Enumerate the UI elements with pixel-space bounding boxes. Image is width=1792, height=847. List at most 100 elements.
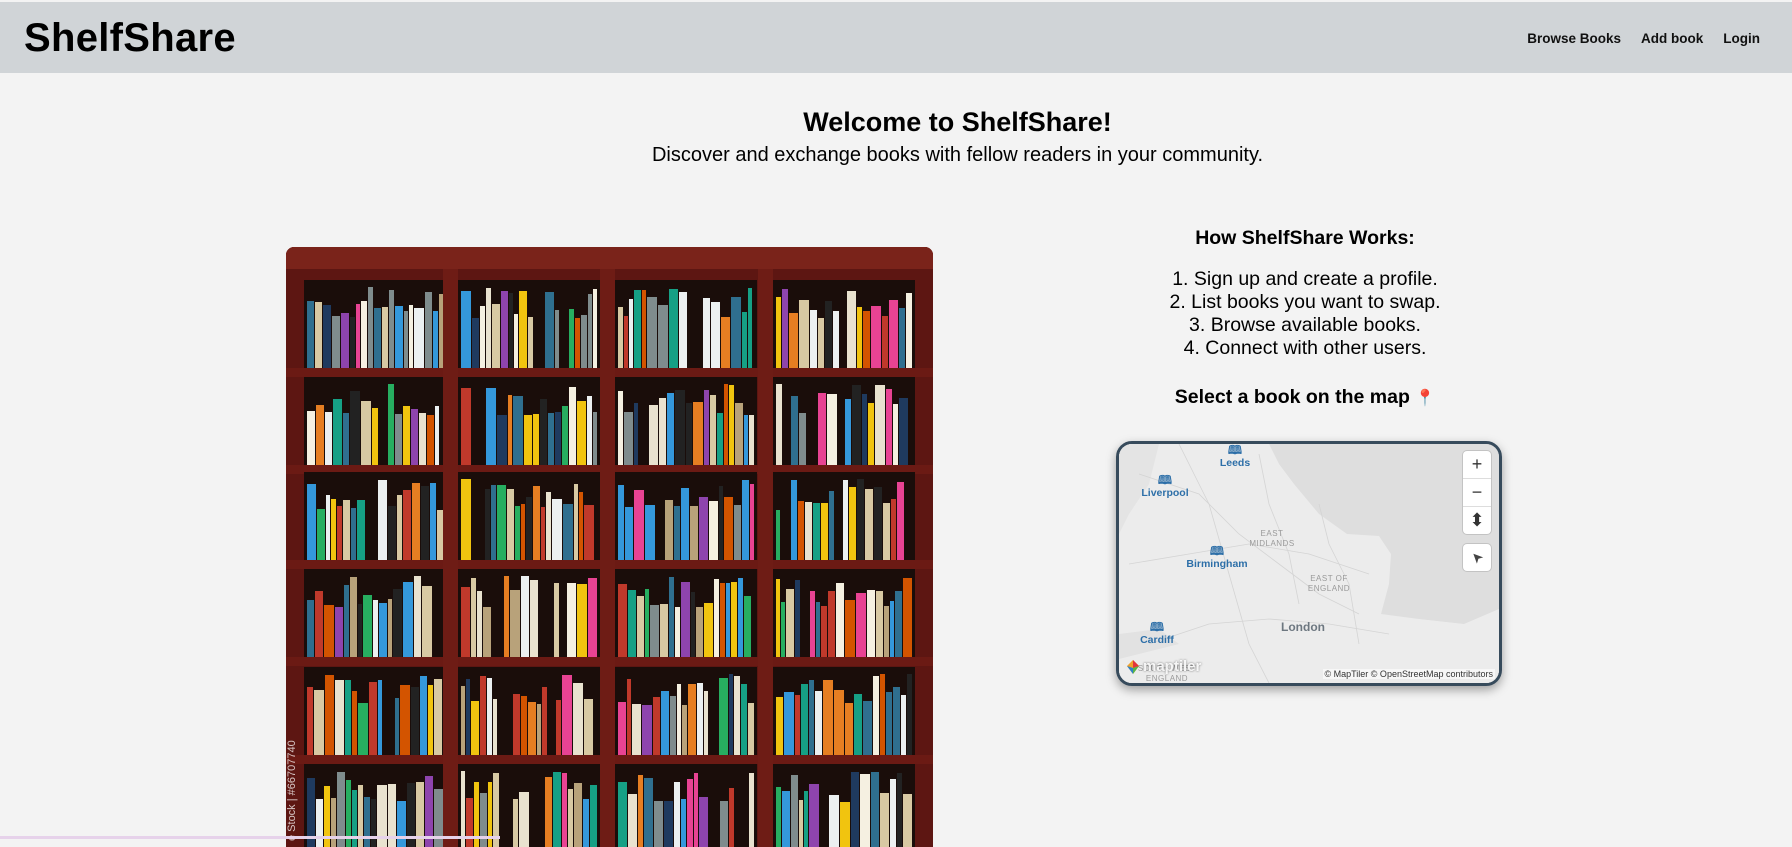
book-spine	[461, 291, 471, 368]
map-marker-leeds[interactable]: 🕮 Leeds	[1220, 444, 1250, 469]
book-spine	[562, 675, 572, 755]
book-spine	[541, 507, 545, 560]
geolocate-button[interactable]: ➤	[1463, 544, 1491, 571]
book-spine	[726, 583, 730, 657]
book-spine	[332, 316, 340, 368]
book-spine	[742, 480, 749, 560]
maptiler-logo[interactable]: maptiler	[1125, 658, 1201, 675]
book-spine	[798, 501, 804, 560]
nav-login[interactable]: Login	[1723, 31, 1760, 46]
book-spine	[865, 489, 873, 560]
book-spine	[744, 596, 751, 657]
book-spine	[654, 801, 663, 847]
book-spine	[857, 307, 862, 368]
compass-icon[interactable]: ⬍	[1463, 507, 1491, 534]
book-spine	[664, 801, 673, 847]
book-spine	[801, 684, 808, 755]
book-spine	[704, 390, 709, 465]
brand-logo[interactable]: ShelfShare	[24, 16, 236, 61]
book-spine	[577, 401, 586, 465]
book-spine	[749, 415, 754, 465]
book-spine	[786, 589, 794, 657]
book-spine	[437, 510, 443, 560]
book-spine	[350, 317, 355, 368]
book-icon: 🕮	[1149, 620, 1165, 634]
book-spine	[875, 385, 885, 465]
book-spine	[425, 292, 432, 368]
nav-browse-books[interactable]: Browse Books	[1527, 31, 1621, 46]
book-spine	[314, 690, 324, 755]
book-spine	[686, 403, 692, 465]
how-it-works-steps: 1. Sign up and create a profile. 2. List…	[1070, 268, 1540, 360]
book-spine	[891, 499, 896, 560]
locate-arrow-icon: ➤	[1466, 548, 1487, 568]
region-label: EAST OF ENGLAND	[1307, 574, 1351, 593]
maptiler-logo-icon	[1127, 659, 1139, 674]
book-spine	[899, 308, 905, 368]
book-spine	[693, 402, 703, 465]
book-spine	[704, 691, 708, 755]
book-map[interactable]: 🕮 Leeds 🕮 Liverpool 🕮 Birmingham 🕮 Cardi…	[1116, 441, 1502, 686]
book-icon: 🕮	[1227, 443, 1243, 457]
book-spine	[537, 704, 541, 755]
book-spine	[568, 789, 573, 847]
book-spine	[776, 579, 780, 657]
book-spine	[569, 387, 576, 465]
book-spine	[876, 591, 883, 657]
book-spine	[486, 388, 496, 465]
book-spine	[868, 403, 874, 465]
book-spine	[618, 391, 623, 465]
book-spine	[389, 290, 394, 368]
book-spine	[721, 317, 730, 368]
map-marker-liverpool[interactable]: 🕮 Liverpool	[1141, 474, 1188, 500]
book-spine	[903, 578, 912, 657]
book-spine	[669, 577, 674, 657]
book-spine	[307, 600, 314, 657]
book-spine	[472, 318, 479, 368]
book-spine	[618, 307, 623, 368]
book-spine	[665, 500, 673, 560]
book-spine	[434, 679, 442, 755]
book-spine	[524, 415, 532, 465]
book-spine	[378, 480, 387, 560]
book-spine	[358, 703, 368, 755]
book-spine	[350, 391, 360, 465]
map-marker-birmingham[interactable]: 🕮 Birmingham	[1186, 545, 1247, 571]
city-label: Leeds	[1219, 457, 1251, 469]
book-spine	[395, 414, 402, 465]
nav-add-book[interactable]: Add book	[1641, 31, 1703, 46]
book-spine	[372, 408, 378, 465]
shelf-divider	[443, 267, 458, 847]
book-spine	[528, 702, 536, 755]
zoom-out-button[interactable]: −	[1463, 479, 1491, 507]
book-spine	[862, 394, 867, 465]
book-spine	[851, 772, 859, 847]
book-spine	[325, 675, 334, 755]
book-spine	[825, 301, 832, 368]
map-marker-cardiff[interactable]: 🕮 Cardiff	[1140, 620, 1174, 647]
book-spine	[414, 576, 421, 657]
book-spine	[439, 294, 443, 368]
book-spine	[546, 492, 551, 560]
book-spine	[513, 396, 523, 465]
book-spine	[776, 697, 783, 755]
book-spine	[791, 480, 797, 560]
book-spine	[411, 687, 419, 755]
map-attribution[interactable]: © MapTiler © OpenStreetMap contributors	[1322, 669, 1495, 679]
bookshelf-image: e Stock | #66707740	[286, 247, 933, 847]
book-spine	[724, 384, 728, 465]
book-spine	[584, 699, 593, 755]
book-spine	[653, 697, 660, 755]
book-spine	[593, 289, 597, 368]
book-spine	[307, 484, 316, 560]
book-spine	[734, 505, 741, 560]
book-spine	[350, 577, 357, 657]
book-spine	[709, 501, 718, 560]
book-spine	[650, 605, 659, 657]
book-spine	[335, 680, 344, 755]
book-spine	[583, 799, 589, 847]
book-spine	[371, 799, 376, 847]
zoom-in-button[interactable]: +	[1463, 451, 1491, 479]
book-spine	[782, 289, 788, 368]
nav-links: Browse Books Add book Login	[1527, 31, 1760, 46]
